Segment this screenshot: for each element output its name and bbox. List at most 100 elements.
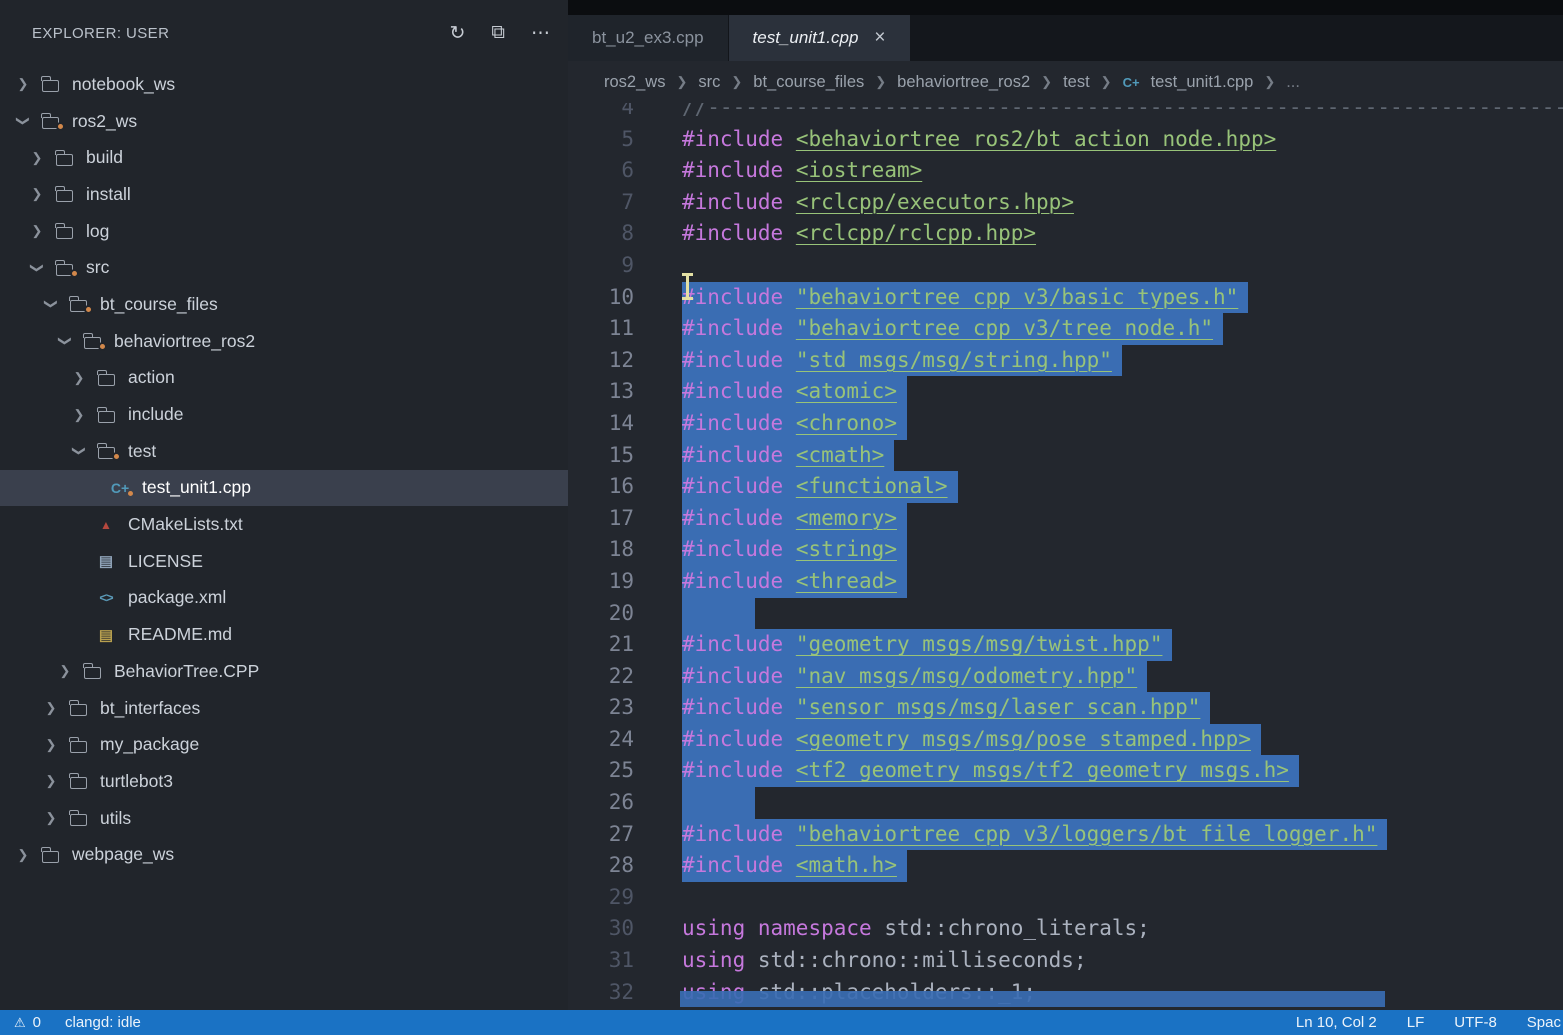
line-number[interactable]: 11 bbox=[568, 313, 660, 345]
line-number[interactable]: 23 bbox=[568, 692, 660, 724]
tree-item-action[interactable]: ❯action bbox=[0, 360, 568, 397]
tab-test_unit1[interactable]: test_unit1.cpp × bbox=[729, 15, 910, 61]
chevron-right-icon[interactable]: ❯ bbox=[10, 847, 36, 863]
tree-item-test_unit1.cpp[interactable]: C+test_unit1.cpp bbox=[0, 470, 568, 507]
chevron-right-icon[interactable]: ❯ bbox=[38, 810, 64, 826]
chevron-down-icon[interactable]: ❯ bbox=[15, 108, 31, 134]
tree-item-my_package[interactable]: ❯my_package bbox=[0, 726, 568, 763]
chevron-right-icon[interactable]: ❯ bbox=[66, 370, 92, 386]
chevron-right-icon[interactable]: ❯ bbox=[52, 663, 78, 679]
chevron-down-icon[interactable]: ❯ bbox=[71, 438, 87, 464]
line-number[interactable]: 6 bbox=[568, 155, 660, 187]
tree-item-test[interactable]: ❯test bbox=[0, 433, 568, 470]
chevron-down-icon[interactable]: ❯ bbox=[43, 291, 59, 317]
line-number[interactable]: 10 bbox=[568, 282, 660, 314]
line-number[interactable]: 16 bbox=[568, 471, 660, 503]
line-number[interactable]: 30 bbox=[568, 913, 660, 945]
line-number[interactable]: 21 bbox=[568, 629, 660, 661]
code-line[interactable]: 11#include "behaviortree_cpp_v3/tree_nod… bbox=[568, 313, 1563, 345]
chevron-right-icon[interactable]: ❯ bbox=[38, 737, 64, 753]
line-number[interactable]: 15 bbox=[568, 440, 660, 472]
line-number[interactable]: 31 bbox=[568, 945, 660, 977]
breadcrumb-item[interactable]: ros2_ws bbox=[604, 73, 665, 92]
tree-item-BehaviorTree.CPP[interactable]: ❯BehaviorTree.CPP bbox=[0, 653, 568, 690]
tree-item-package.xml[interactable]: <>package.xml bbox=[0, 580, 568, 617]
tree-item-README.md[interactable]: ▤README.md bbox=[0, 616, 568, 653]
code-line[interactable]: 30using namespace std::chrono_literals; bbox=[568, 913, 1563, 945]
chevron-down-icon[interactable]: ❯ bbox=[57, 328, 73, 354]
code-line[interactable]: 16#include <functional> bbox=[568, 471, 1563, 503]
tree-item-turtlebot3[interactable]: ❯turtlebot3 bbox=[0, 763, 568, 800]
code-line[interactable]: 17#include <memory> bbox=[568, 503, 1563, 535]
code-line[interactable]: 7#include <rclcpp/executors.hpp> bbox=[568, 187, 1563, 219]
tree-item-install[interactable]: ❯install bbox=[0, 176, 568, 213]
breadcrumb-item[interactable]: ... bbox=[1286, 73, 1300, 92]
problems-indicator[interactable]: ⚠ 0 bbox=[14, 1014, 41, 1031]
line-number[interactable]: 28 bbox=[568, 850, 660, 882]
encoding-indicator[interactable]: UTF-8 bbox=[1454, 1014, 1497, 1031]
tree-item-bt_interfaces[interactable]: ❯bt_interfaces bbox=[0, 690, 568, 727]
code-line[interactable]: 26 bbox=[568, 787, 1563, 819]
code-line[interactable]: 15#include <cmath> bbox=[568, 440, 1563, 472]
breadcrumb-item[interactable]: bt_course_files bbox=[753, 73, 864, 92]
line-number[interactable]: 8 bbox=[568, 218, 660, 250]
code-line[interactable]: 5#include <behaviortree_ros2/bt_action_n… bbox=[568, 124, 1563, 156]
line-number[interactable]: 7 bbox=[568, 187, 660, 219]
code-line[interactable]: 27#include "behaviortree_cpp_v3/loggers/… bbox=[568, 819, 1563, 851]
line-number[interactable]: 26 bbox=[568, 787, 660, 819]
code-area[interactable]: 4//-------------------------------------… bbox=[568, 103, 1563, 1010]
chevron-right-icon[interactable]: ❯ bbox=[24, 223, 50, 239]
tab-bt_u2_ex3[interactable]: bt_u2_ex3.cpp bbox=[568, 15, 729, 61]
line-number[interactable]: 17 bbox=[568, 503, 660, 535]
tree-item-webpage_ws[interactable]: ❯webpage_ws bbox=[0, 836, 568, 873]
line-number[interactable]: 5 bbox=[568, 124, 660, 156]
code-line[interactable]: 14#include <chrono> bbox=[568, 408, 1563, 440]
line-number[interactable]: 25 bbox=[568, 755, 660, 787]
more-actions-icon[interactable]: ⋯ bbox=[531, 22, 550, 45]
line-number[interactable]: 27 bbox=[568, 819, 660, 851]
code-line[interactable]: 24#include <geometry_msgs/msg/pose_stamp… bbox=[568, 724, 1563, 756]
code-line[interactable]: 28#include <math.h> bbox=[568, 850, 1563, 882]
tree-item-include[interactable]: ❯include bbox=[0, 396, 568, 433]
breadcrumb-item[interactable]: test bbox=[1063, 73, 1090, 92]
line-number[interactable]: 32 bbox=[568, 977, 660, 1009]
tree-item-bt_course_files[interactable]: ❯bt_course_files bbox=[0, 286, 568, 323]
code-line[interactable]: 10#include "behaviortree_cpp_v3/basic_ty… bbox=[568, 282, 1563, 314]
code-line[interactable]: 29 bbox=[568, 882, 1563, 914]
refresh-icon[interactable]: ↻ bbox=[450, 22, 466, 45]
code-line[interactable]: 13#include <atomic> bbox=[568, 376, 1563, 408]
line-number[interactable]: 22 bbox=[568, 661, 660, 693]
chevron-right-icon[interactable]: ❯ bbox=[24, 186, 50, 202]
tree-item-LICENSE[interactable]: ▤LICENSE bbox=[0, 543, 568, 580]
line-number[interactable]: 14 bbox=[568, 408, 660, 440]
chevron-down-icon[interactable]: ❯ bbox=[29, 255, 45, 281]
line-number[interactable]: 18 bbox=[568, 534, 660, 566]
cursor-position[interactable]: Ln 10, Col 2 bbox=[1296, 1014, 1377, 1031]
tree-item-notebook_ws[interactable]: ❯notebook_ws bbox=[0, 66, 568, 103]
code-line[interactable]: 20 bbox=[568, 598, 1563, 630]
lsp-status[interactable]: clangd: idle bbox=[65, 1014, 141, 1031]
breadcrumb-item[interactable]: test_unit1.cpp bbox=[1151, 73, 1254, 92]
code-line[interactable]: 21#include "geometry_msgs/msg/twist.hpp" bbox=[568, 629, 1563, 661]
code-line[interactable]: 6#include <iostream> bbox=[568, 155, 1563, 187]
tree-item-src[interactable]: ❯src bbox=[0, 249, 568, 286]
code-line[interactable]: 18#include <string> bbox=[568, 534, 1563, 566]
line-number[interactable]: 9 bbox=[568, 250, 660, 282]
code-line[interactable]: 12#include "std_msgs/msg/string.hpp" bbox=[568, 345, 1563, 377]
tree-item-log[interactable]: ❯log bbox=[0, 213, 568, 250]
tree-item-ros2_ws[interactable]: ❯ros2_ws bbox=[0, 103, 568, 140]
line-number[interactable]: 29 bbox=[568, 882, 660, 914]
tree-item-build[interactable]: ❯build bbox=[0, 139, 568, 176]
tree-item-CMakeLists.txt[interactable]: ▲CMakeLists.txt bbox=[0, 506, 568, 543]
line-number[interactable]: 19 bbox=[568, 566, 660, 598]
chevron-right-icon[interactable]: ❯ bbox=[66, 407, 92, 423]
horizontal-scrollbar[interactable] bbox=[680, 991, 1385, 1007]
code-line[interactable]: 19#include <thread> bbox=[568, 566, 1563, 598]
code-line[interactable]: 31using std::chrono::milliseconds; bbox=[568, 945, 1563, 977]
line-number[interactable]: 24 bbox=[568, 724, 660, 756]
indent-indicator[interactable]: Spac bbox=[1527, 1014, 1561, 1031]
code-line[interactable]: 9 bbox=[568, 250, 1563, 282]
chevron-right-icon[interactable]: ❯ bbox=[10, 76, 36, 92]
code-line[interactable]: 23#include "sensor_msgs/msg/laser_scan.h… bbox=[568, 692, 1563, 724]
tree-item-behaviortree_ros2[interactable]: ❯behaviortree_ros2 bbox=[0, 323, 568, 360]
